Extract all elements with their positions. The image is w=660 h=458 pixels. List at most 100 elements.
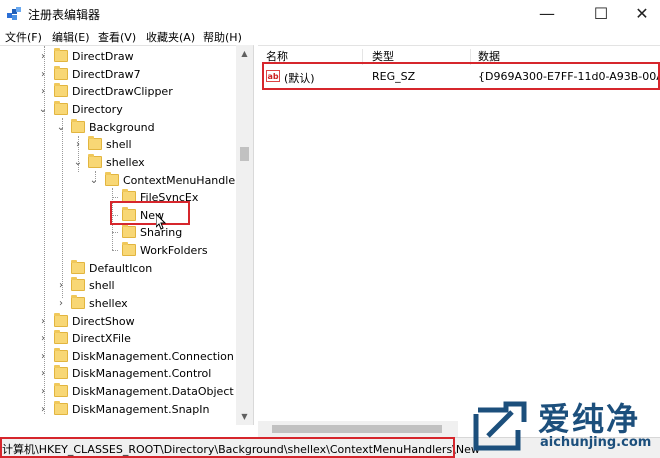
- tree-node-label: DirectDraw7: [72, 68, 141, 81]
- tree-node-label: ContextMenuHandlers: [123, 174, 246, 187]
- folder-icon: [54, 48, 68, 62]
- tree-node-label: shellex: [106, 156, 145, 169]
- value-data: {D969A300-E7FF-11d0-A93B-00A0C: [478, 70, 660, 83]
- folder-icon: [54, 330, 68, 344]
- value-name: (默认): [284, 72, 315, 85]
- chevron-down-icon[interactable]: ⌄: [38, 101, 48, 118]
- scrollbar-thumb[interactable]: [240, 147, 249, 161]
- list-horizontal-scrollbar[interactable]: [258, 421, 458, 437]
- tree-node-label: DiskManagement.Control: [72, 367, 212, 380]
- tree-node-label: DiskManagement.SnapIn: [72, 403, 210, 416]
- menu-view[interactable]: 查看(V): [98, 29, 136, 45]
- tree-node-label: DefaultIcon: [89, 262, 153, 275]
- tree-node-workfolders[interactable]: WorkFolders: [0, 242, 236, 259]
- column-header-type[interactable]: 类型: [372, 48, 394, 66]
- watermark-url: aichunjing.com: [540, 435, 652, 450]
- tree-node-label: WorkFolders: [140, 244, 208, 257]
- tree-node-shell-2[interactable]: › shell: [0, 277, 236, 294]
- tree-node-label: DirectDrawClipper: [72, 85, 173, 98]
- folder-icon: [54, 348, 68, 362]
- chevron-down-icon[interactable]: ⌄: [89, 172, 99, 189]
- chevron-right-icon[interactable]: ›: [38, 348, 48, 365]
- tree-node-diskmanagement-snapin[interactable]: › DiskManagement.SnapIn: [0, 401, 236, 418]
- menu-file[interactable]: 文件(F): [5, 29, 42, 45]
- tree-node-sharing[interactable]: Sharing: [0, 224, 236, 241]
- scrollbar-thumb[interactable]: [272, 425, 442, 433]
- menu-edit[interactable]: 编辑(E): [52, 29, 90, 45]
- tree-node-shell[interactable]: › shell: [0, 136, 236, 153]
- tree-node-directdraw[interactable]: › DirectDraw: [0, 48, 236, 65]
- tree-node-shellex[interactable]: ⌄ shellex: [0, 154, 236, 171]
- chevron-down-icon[interactable]: ⌄: [56, 119, 66, 136]
- column-separator[interactable]: [470, 49, 471, 65]
- registry-editor-icon: [7, 7, 21, 20]
- folder-icon: [54, 66, 68, 80]
- tree-node-label: shell: [89, 279, 115, 292]
- watermark: 爱纯净 aichunjing.com: [470, 392, 660, 458]
- folder-icon: [105, 172, 119, 186]
- tree-node-label: Directory: [72, 103, 123, 116]
- tree-node-directory[interactable]: ⌄ Directory: [0, 101, 236, 118]
- value-type: REG_SZ: [372, 70, 416, 83]
- column-header-name[interactable]: 名称: [266, 48, 288, 66]
- column-header-data[interactable]: 数据: [478, 48, 500, 66]
- tree-node-directdraw7[interactable]: › DirectDraw7: [0, 66, 236, 83]
- registry-tree[interactable]: › DirectDraw › DirectDraw7 › DirectDrawC…: [0, 45, 254, 425]
- chevron-right-icon[interactable]: ›: [38, 383, 48, 400]
- folder-icon: [54, 401, 68, 415]
- chevron-right-icon[interactable]: ›: [38, 365, 48, 382]
- chevron-down-icon[interactable]: ⌄: [73, 154, 83, 171]
- tree-node-new[interactable]: New: [0, 207, 236, 224]
- tree-node-label: FileSyncEx: [140, 191, 199, 204]
- tree-node-background[interactable]: ⌄ Background: [0, 119, 236, 136]
- list-item[interactable]: ab (默认) REG_SZ {D969A300-E7FF-11d0-A93B-…: [262, 66, 660, 88]
- tree-node-contextmenuhandlers[interactable]: ⌄ ContextMenuHandlers: [0, 172, 245, 189]
- tree-node-filesyncex[interactable]: FileSyncEx: [0, 189, 236, 206]
- folder-icon: [54, 83, 68, 97]
- chevron-right-icon[interactable]: ›: [38, 313, 48, 330]
- menu-favorites[interactable]: 收藏夹(A): [146, 29, 195, 45]
- close-button[interactable]: ✕: [624, 0, 660, 27]
- mouse-pointer-icon: [156, 214, 166, 230]
- scroll-down-icon[interactable]: ▼: [236, 408, 253, 425]
- chevron-right-icon[interactable]: ›: [56, 295, 66, 312]
- tree-node-label: shell: [106, 138, 132, 151]
- chevron-right-icon[interactable]: ›: [38, 66, 48, 83]
- maximize-icon: ☐: [593, 4, 609, 23]
- column-separator[interactable]: [362, 49, 363, 65]
- folder-icon: [54, 383, 68, 397]
- tree-node-directdrawclipper[interactable]: › DirectDrawClipper: [0, 83, 236, 100]
- tree-node-shellex-2[interactable]: › shellex: [0, 295, 236, 312]
- chevron-right-icon[interactable]: ›: [38, 330, 48, 347]
- tree-node-label: DiskManagement.Connection: [72, 350, 234, 363]
- chevron-right-icon[interactable]: ›: [38, 48, 48, 65]
- watermark-brand: 爱纯净: [538, 400, 641, 438]
- values-list[interactable]: 名称 类型 数据 ab (默认) REG_SZ {D969A300-E7FF-1…: [258, 45, 660, 437]
- folder-icon: [71, 277, 85, 291]
- tree-node-diskmanagement-dataobject[interactable]: › DiskManagement.DataObject: [0, 383, 236, 400]
- tree-node-directxfile[interactable]: › DirectXFile: [0, 330, 236, 347]
- string-value-icon: ab: [266, 70, 280, 82]
- tree-node-label: shellex: [89, 297, 128, 310]
- chevron-right-icon[interactable]: ›: [38, 83, 48, 100]
- chevron-right-icon[interactable]: ›: [38, 401, 48, 418]
- maximize-button[interactable]: ☐: [578, 0, 624, 27]
- chevron-right-icon[interactable]: ›: [56, 277, 66, 294]
- tree-node-defaulticon[interactable]: DefaultIcon: [0, 260, 236, 277]
- menu-bar: 文件(F) 编辑(E) 查看(V) 收藏夹(A) 帮助(H): [0, 27, 660, 45]
- tree-node-label: DirectDraw: [72, 50, 134, 63]
- folder-icon: [122, 207, 136, 221]
- folder-icon: [54, 101, 68, 115]
- minimize-icon: —: [539, 4, 555, 23]
- chevron-right-icon[interactable]: ›: [73, 136, 83, 153]
- tree-node-diskmanagement-connection[interactable]: › DiskManagement.Connection: [0, 348, 236, 365]
- tree-node-directshow[interactable]: › DirectShow: [0, 313, 236, 330]
- folder-icon: [88, 136, 102, 150]
- title-bar: 注册表编辑器 — ☐ ✕: [0, 0, 660, 27]
- tree-vertical-scrollbar[interactable]: ▲ ▼: [236, 45, 253, 425]
- minimize-button[interactable]: —: [524, 0, 570, 27]
- folder-icon: [88, 154, 102, 168]
- menu-help[interactable]: 帮助(H): [203, 29, 242, 45]
- tree-node-diskmanagement-control[interactable]: › DiskManagement.Control: [0, 365, 236, 382]
- scroll-up-icon[interactable]: ▲: [236, 45, 253, 62]
